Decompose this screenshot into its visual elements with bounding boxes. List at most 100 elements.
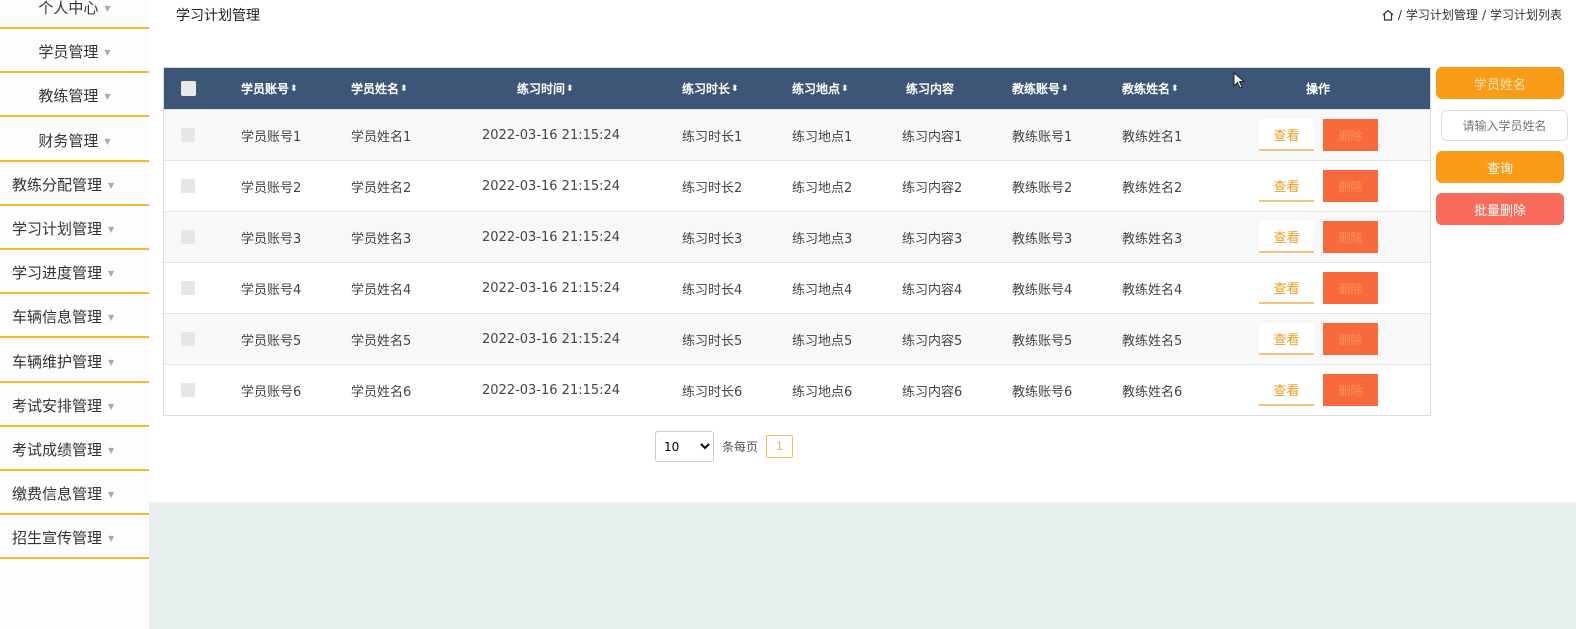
sidebar-item[interactable]: 个人中心 ▼: [0, 0, 149, 29]
row-actions: 删除: [1323, 263, 1378, 313]
sort-icon: ⬍: [290, 83, 298, 94]
delete-button[interactable]: 删除: [1323, 170, 1378, 202]
column-header-coach-account[interactable]: 教练账号 ⬍: [1012, 68, 1069, 109]
delete-button[interactable]: 删除: [1323, 119, 1378, 151]
column-header-time[interactable]: 练习时间 ⬍: [517, 68, 574, 109]
sidebar-item[interactable]: 学习计划管理 ▼: [0, 208, 149, 250]
view-button[interactable]: 查看: [1259, 374, 1314, 406]
view-button[interactable]: 查看: [1259, 272, 1314, 304]
row-checkbox[interactable]: [181, 281, 195, 295]
breadcrumb-item-plan-management[interactable]: 学习计划管理: [1406, 6, 1478, 23]
mouse-cursor-icon: [1233, 72, 1245, 89]
sidebar-item[interactable]: 车辆信息管理 ▼: [0, 296, 149, 338]
row-actions: 查看: [1259, 263, 1314, 313]
cell-place: 练习地点3: [792, 231, 853, 247]
chevron-down-icon: ▼: [104, 91, 111, 101]
cell-coach-account: 教练账号4: [1012, 282, 1073, 298]
table-row: 学员账号1 学员姓名1 2022-03-16 21:15:24 练习时长1 练习地点1 练…: [164, 109, 1430, 160]
content-footer-area: [149, 502, 1576, 629]
view-button[interactable]: 查看: [1259, 221, 1314, 253]
cell-content: 练习内容4: [902, 282, 963, 298]
cell-account: 学员账号5: [241, 333, 302, 349]
sidebar-item-label: 车辆维护管理: [12, 352, 103, 371]
column-header-place[interactable]: 练习地点 ⬍: [792, 68, 849, 109]
page-number-current[interactable]: 1: [766, 435, 794, 458]
row-checkbox[interactable]: [181, 332, 195, 346]
table-body: 学员账号1 学员姓名1 2022-03-16 21:15:24 练习时长1 练习地点1 练…: [164, 109, 1430, 415]
chevron-down-icon: ▼: [108, 268, 115, 278]
delete-button[interactable]: 删除: [1323, 374, 1378, 406]
view-button[interactable]: 查看: [1259, 170, 1314, 202]
delete-button[interactable]: 删除: [1323, 272, 1378, 304]
cell-coach-account: 教练账号1: [1012, 129, 1073, 145]
row-checkbox[interactable]: [181, 128, 195, 142]
per-page-label: 条每页: [722, 440, 759, 454]
student-name-input[interactable]: [1441, 110, 1568, 141]
cell-coach-name: 教练姓名6: [1122, 384, 1183, 400]
column-header-coach-name[interactable]: 教练姓名 ⬍: [1122, 68, 1179, 109]
row-checkbox[interactable]: [181, 179, 195, 193]
cell-duration: 练习时长1: [682, 129, 743, 145]
sidebar-item[interactable]: 考试安排管理 ▼: [0, 385, 149, 427]
chevron-down-icon: ▼: [108, 357, 115, 367]
cell-time: 2022-03-16 21:15:24: [482, 280, 621, 296]
table-row: 学员账号6 学员姓名6 2022-03-16 21:15:24 练习时长6 练习地点6 练…: [164, 364, 1430, 415]
sidebar-item-label: 个人中心: [38, 0, 99, 17]
delete-button[interactable]: 删除: [1323, 323, 1378, 355]
sidebar-item[interactable]: 车辆维护管理 ▼: [0, 341, 149, 383]
sidebar-item[interactable]: 考试成绩管理 ▼: [0, 429, 149, 471]
page-size-select[interactable]: 10: [655, 431, 714, 462]
table-row: 学员账号5 学员姓名5 2022-03-16 21:15:24 练习时长5 练习地点5 练…: [164, 313, 1430, 364]
select-all-checkbox[interactable]: [181, 81, 196, 96]
row-checkbox[interactable]: [181, 383, 195, 397]
column-label: 练习内容: [906, 82, 955, 96]
cell-time: 2022-03-16 21:15:24: [482, 127, 621, 143]
sidebar-item[interactable]: 财务管理 ▼: [0, 120, 149, 162]
sidebar-item-label: 招生宣传管理: [12, 528, 103, 547]
column-header-name[interactable]: 学员姓名 ⬍: [351, 68, 408, 109]
row-actions: 查看: [1259, 365, 1314, 415]
cell-time: 2022-03-16 21:15:24: [482, 331, 621, 347]
cell-account: 学员账号6: [241, 384, 302, 400]
column-header-duration[interactable]: 练习时长 ⬍: [682, 68, 739, 109]
cell-coach-account: 教练账号2: [1012, 180, 1073, 196]
cell-duration: 练习时长4: [682, 282, 743, 298]
chevron-down-icon: ▼: [104, 47, 111, 57]
sidebar-item[interactable]: 招生宣传管理 ▼: [0, 517, 149, 559]
sidebar-item[interactable]: 教练管理 ▼: [0, 75, 149, 117]
batch-delete-button[interactable]: 批量删除: [1436, 193, 1564, 225]
row-actions: 查看: [1259, 161, 1314, 211]
row-select-cell: [181, 263, 195, 313]
sidebar-item[interactable]: 缴费信息管理 ▼: [0, 473, 149, 515]
sidebar: 个人中心 ▼ 学员管理 ▼ 教练管理 ▼ 财务管理 ▼ 教练分配管理 ▼ 学习计划管理 ▼ 学习进度管理…: [0, 0, 149, 629]
view-button[interactable]: 查看: [1259, 119, 1314, 151]
search-button[interactable]: 查询: [1436, 151, 1564, 183]
column-header-content: 练习内容: [906, 68, 954, 109]
cell-place: 练习地点2: [792, 180, 853, 196]
chevron-down-icon: ▼: [104, 3, 111, 13]
sidebar-item[interactable]: 学习进度管理 ▼: [0, 252, 149, 294]
cell-duration: 练习时长6: [682, 384, 743, 400]
row-actions: 查看: [1259, 110, 1314, 160]
column-header-account[interactable]: 学员账号 ⬍: [241, 68, 298, 109]
cell-coach-account: 教练账号3: [1012, 231, 1073, 247]
row-checkbox[interactable]: [181, 230, 195, 244]
sidebar-item[interactable]: 教练分配管理 ▼: [0, 164, 149, 206]
chevron-down-icon: ▼: [108, 445, 115, 455]
row-select-cell: [181, 365, 195, 415]
cell-account: 学员账号4: [241, 282, 302, 298]
cell-content: 练习内容5: [902, 333, 963, 349]
sort-icon: ⬍: [1171, 83, 1179, 94]
sidebar-item-label: 考试安排管理: [12, 396, 103, 415]
column-label: 练习时间: [517, 82, 566, 96]
breadcrumb: / 学习计划管理 / 学习计划列表: [1382, 6, 1562, 23]
row-actions: 删除: [1323, 110, 1378, 160]
delete-button[interactable]: 删除: [1323, 221, 1378, 253]
view-button[interactable]: 查看: [1259, 323, 1314, 355]
cell-account: 学员账号2: [241, 180, 302, 196]
breadcrumb-separator: /: [1481, 7, 1486, 22]
chevron-down-icon: ▼: [108, 489, 115, 499]
sidebar-item[interactable]: 学员管理 ▼: [0, 31, 149, 73]
table-row: 学员账号4 学员姓名4 2022-03-16 21:15:24 练习时长4 练习地点4 练…: [164, 262, 1430, 313]
home-icon[interactable]: [1382, 9, 1394, 21]
